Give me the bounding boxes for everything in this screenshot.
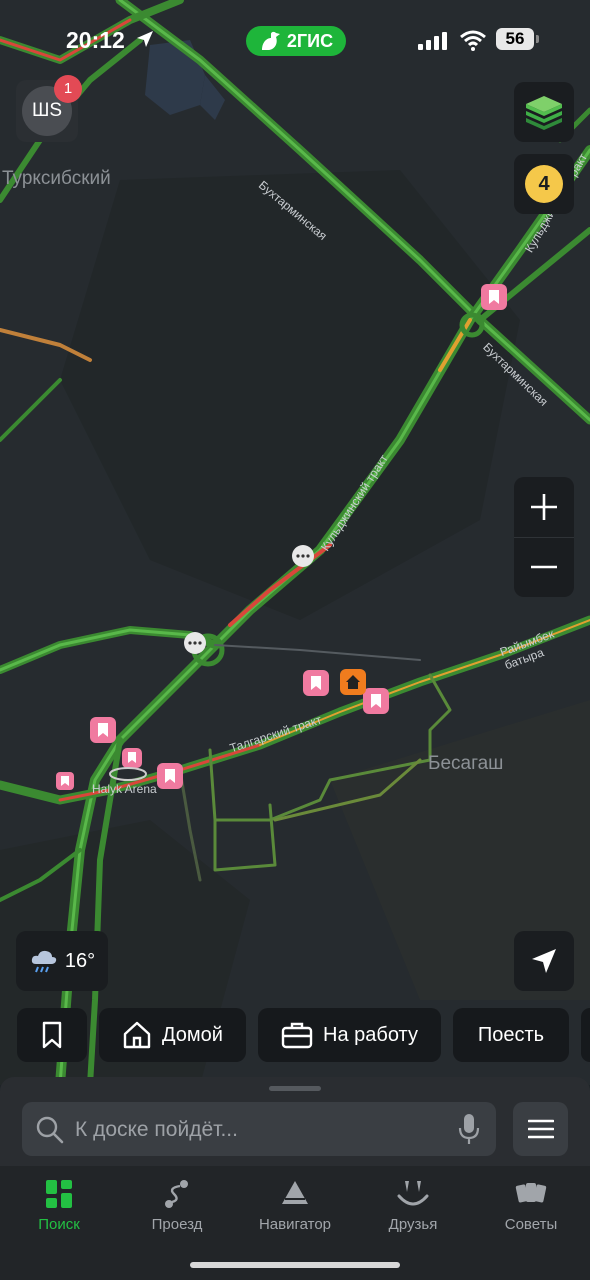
district-label-turksib: Турксибский — [2, 168, 111, 189]
brand-text: 2ГИС — [286, 30, 334, 51]
my-location-button[interactable] — [514, 931, 574, 991]
traffic-level-badge: 4 — [525, 165, 563, 203]
minus-icon — [531, 565, 557, 569]
work-chip[interactable]: На работу — [258, 1008, 441, 1062]
temperature-text: 16° — [64, 949, 96, 972]
work-chip-label: На работу — [323, 1023, 418, 1046]
map-canvas[interactable] — [0, 0, 590, 1085]
home-chip-label: Домой — [162, 1023, 223, 1046]
app-brand-badge: 2ГИС — [246, 26, 346, 56]
battery-indicator: 56 — [496, 28, 534, 50]
battery-tip — [536, 35, 539, 43]
traffic-button[interactable]: 4 — [514, 154, 574, 214]
layers-button[interactable] — [514, 82, 574, 142]
tab-tips[interactable]: Советы — [472, 1174, 590, 1233]
tab-search-label: Поиск — [38, 1216, 80, 1233]
home-indicator — [190, 1262, 400, 1268]
tab-route-label: Проезд — [151, 1216, 203, 1233]
friends-icon — [397, 1181, 429, 1206]
rain-cloud-icon — [31, 950, 57, 973]
microphone-icon[interactable] — [458, 1113, 480, 1145]
home-icon — [123, 1021, 151, 1049]
tab-tips-label: Советы — [504, 1216, 558, 1233]
menu-button[interactable] — [513, 1102, 568, 1156]
search-input[interactable]: К доске пойдёт... — [22, 1102, 496, 1156]
search-placeholder: К доске пойдёт... — [75, 1118, 238, 1141]
navigator-icon — [282, 1181, 308, 1204]
home-chip[interactable]: Домой — [99, 1008, 246, 1062]
tab-friends[interactable]: Друзья — [354, 1174, 472, 1233]
tab-navigator-label: Навигатор — [258, 1216, 332, 1233]
tab-route[interactable]: Проезд — [118, 1174, 236, 1233]
plus-icon — [531, 494, 557, 520]
tab-friends-label: Друзья — [388, 1216, 438, 1233]
more-chip-peek[interactable] — [581, 1008, 590, 1062]
weather-widget[interactable]: 16° — [16, 931, 108, 991]
sheet-drag-handle[interactable] — [269, 1086, 321, 1091]
tab-search[interactable]: Поиск — [0, 1174, 118, 1233]
bookmark-icon — [42, 1021, 62, 1049]
2gis-logo-icon — [261, 31, 280, 50]
status-time: 20:12 — [66, 27, 125, 53]
navigation-arrow-icon — [532, 949, 556, 973]
grid-icon — [46, 1180, 72, 1208]
bookmarks-chip[interactable] — [17, 1008, 87, 1062]
location-arrow-icon — [137, 31, 153, 47]
briefcase-icon — [281, 1022, 313, 1049]
status-bar: 20:12 2ГИС 56 — [0, 0, 590, 80]
search-icon — [36, 1116, 64, 1144]
zoom-controls — [514, 477, 574, 597]
poi-label-halyk-arena: Halyk Arena — [92, 782, 157, 796]
eat-chip[interactable]: Поесть — [453, 1008, 569, 1062]
wifi-icon — [460, 30, 486, 51]
cellular-signal-icon — [418, 32, 447, 50]
tab-navigator[interactable]: Навигатор — [236, 1174, 354, 1233]
district-label-besagash: Бесагаш — [428, 753, 504, 774]
tips-cards-icon — [515, 1183, 547, 1203]
quick-actions-bar: Домой На работу Поесть — [0, 1008, 590, 1064]
notification-badge: 1 — [54, 75, 82, 103]
eat-chip-label: Поесть — [477, 1023, 545, 1046]
layers-icon — [526, 96, 562, 130]
route-icon — [165, 1180, 188, 1208]
hamburger-menu-icon — [527, 1119, 554, 1139]
zoom-out-button[interactable] — [514, 537, 574, 597]
zoom-in-button[interactable] — [514, 477, 574, 538]
